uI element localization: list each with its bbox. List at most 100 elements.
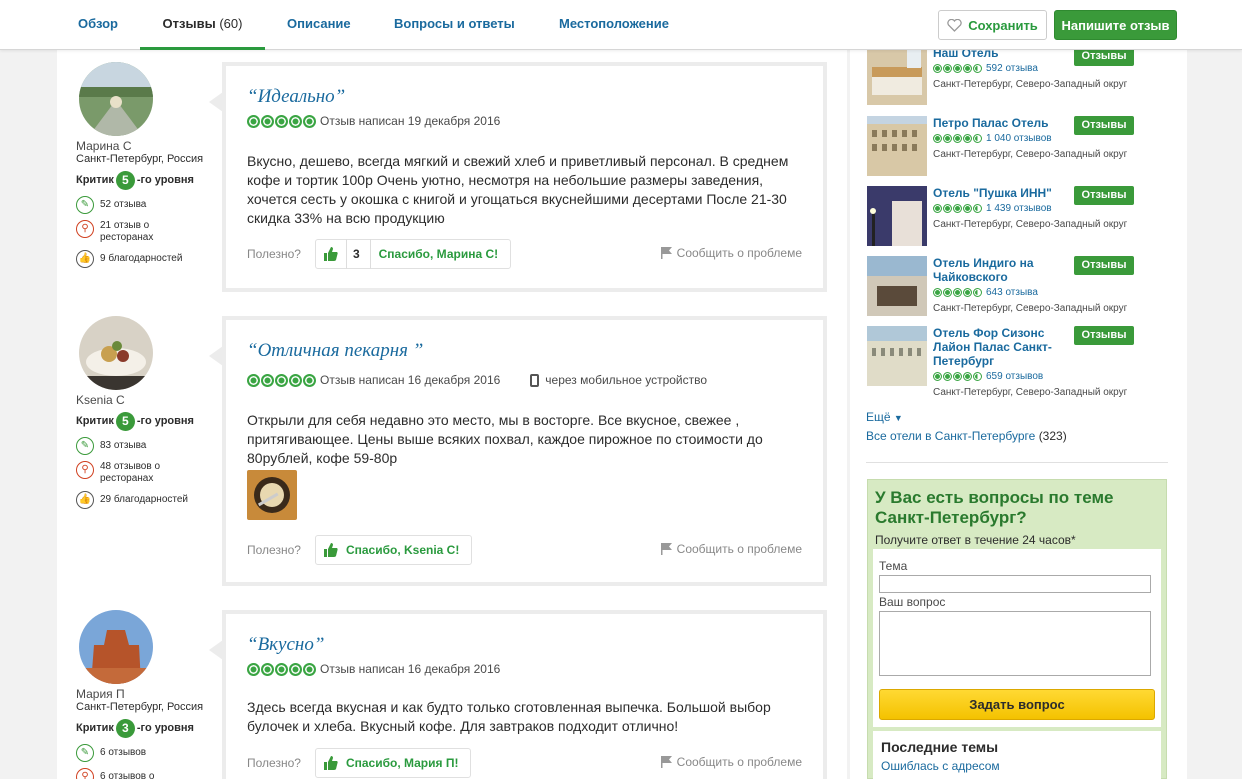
avatar[interactable] <box>79 62 153 136</box>
write-review-button[interactable]: Напишите отзыв <box>1054 10 1177 40</box>
hotel-reviews-button[interactable]: Отзывы <box>1074 326 1134 345</box>
helpful-row: Полезно? Спасибо, Ksenia C! <box>247 535 473 565</box>
hotel-reviews-button[interactable]: Отзывы <box>1074 256 1134 275</box>
hotel-name[interactable]: Отель Индиго на Чайковского <box>933 256 1073 284</box>
reviews-count-stat: ✎ 6 отзывов <box>76 744 216 762</box>
hotel-reviews-button[interactable]: Отзывы <box>1074 186 1134 205</box>
tab-location[interactable]: Местоположение <box>559 0 669 50</box>
stat-text: 52 отзыва <box>100 199 147 210</box>
hotel-rating[interactable]: 592 отзыва <box>933 63 1038 74</box>
tab-qa[interactable]: Вопросы и ответы <box>394 0 515 50</box>
reviewer-name[interactable]: Ksenia C <box>76 394 216 407</box>
hotel-photo[interactable] <box>867 45 927 105</box>
level-badge: 5 <box>115 170 135 190</box>
hotel-item: Отель Фор Сизонс Лайон Палас Санкт-Петер… <box>867 326 1167 401</box>
review-title[interactable]: “Вкусно” <box>247 634 324 656</box>
restaurant-icon: ⚲ <box>76 461 94 479</box>
report-link[interactable]: Сообщить о проблеме <box>660 542 802 556</box>
helpful-label: Полезно? <box>247 247 301 261</box>
review-title[interactable]: “Отличная пекарня ” <box>247 340 423 362</box>
hotel-photo[interactable] <box>867 256 927 316</box>
restaurant-icon: ⚲ <box>76 768 94 779</box>
hotel-name[interactable]: Отель Фор Сизонс Лайон Палас Санкт-Петер… <box>933 326 1073 368</box>
tab-reviews-count: (60) <box>219 16 243 31</box>
hotel-item: Отель Индиго на Чайковского Отзывы 643 о… <box>867 256 1167 318</box>
card-pointer <box>209 346 223 366</box>
save-label: Сохранить <box>968 17 1038 33</box>
topic-input[interactable] <box>879 575 1151 593</box>
avatar[interactable] <box>79 316 153 390</box>
caret-down-icon: ▼ <box>893 413 903 423</box>
report-link[interactable]: Сообщить о проблеме <box>660 246 802 260</box>
restaurant-reviews-stat: ⚲ 21 отзыв о ресторанах <box>76 220 216 244</box>
level-badge: 5 <box>115 411 135 431</box>
review-meta: Отзыв написан 19 декабря 2016 <box>247 114 500 128</box>
thanks-button[interactable]: 3 Спасибо, Марина С! <box>314 239 512 269</box>
thanks-button[interactable]: Спасибо, Ksenia C! <box>314 535 473 565</box>
review-meta: Отзыв написан 16 декабря 2016 через моби… <box>247 373 707 387</box>
card-pointer <box>209 640 223 660</box>
reviewer-name[interactable]: Марина С <box>76 140 216 153</box>
review-photo[interactable] <box>247 470 297 520</box>
qa-title: У Вас есть вопросы по теме Санкт-Петербу… <box>875 488 1114 527</box>
divider <box>866 462 1168 463</box>
flag-icon <box>660 247 672 259</box>
stat-text: 21 отзыв о ресторанах <box>100 220 154 243</box>
hotel-name[interactable]: Петро Палас Отель <box>933 116 1073 130</box>
hotel-rating[interactable]: 1 040 отзывов <box>933 133 1052 144</box>
thanks-stat: 👍 9 благодарностей <box>76 250 216 268</box>
restaurant-reviews-stat: ⚲ 6 отзывов о <box>76 768 216 779</box>
restaurant-reviews-stat: ⚲ 48 отзывов о ресторанах <box>76 461 216 485</box>
hotel-item: Петро Палас Отель Отзывы 1 040 отзывов С… <box>867 116 1167 178</box>
more-hotels-link[interactable]: Ещё ▼ <box>866 410 903 424</box>
level-suffix: -го уровня <box>136 415 194 427</box>
tab-overview[interactable]: Обзор <box>78 0 118 50</box>
flag-icon <box>660 756 672 768</box>
reviewer-location: Санкт-Петербург, Россия <box>76 153 204 165</box>
stat-text: 6 отзывов о <box>100 771 155 779</box>
tab-description[interactable]: Описание <box>287 0 351 50</box>
vote-count: 3 <box>345 239 371 269</box>
hotel-photo[interactable] <box>867 116 927 176</box>
report-link[interactable]: Сообщить о проблеме <box>660 755 802 769</box>
qa-subtitle: Получите ответ в течение 24 часов* <box>875 533 1076 547</box>
recent-topic-link[interactable]: Ошиблась с адресом <box>881 759 1000 773</box>
question-form: Тема Ваш вопрос Задать вопрос <box>873 549 1161 727</box>
hotel-rating[interactable]: 643 отзыва <box>933 287 1038 298</box>
save-button[interactable]: Сохранить <box>938 10 1047 40</box>
hotel-location: Санкт-Петербург, Северо-Западный округ <box>933 387 1128 398</box>
reviewer-name[interactable]: Мария П <box>76 688 216 701</box>
thumbs-up-icon: 👍 <box>76 250 94 268</box>
review-title[interactable]: “Идеально” <box>247 86 345 108</box>
thanks-label: Спасибо, Ksenia C! <box>345 543 460 557</box>
stat-text: 9 благодарностей <box>100 253 183 264</box>
all-hotels-label: Все отели в Санкт-Петербурге <box>866 429 1036 443</box>
phone-icon <box>530 373 540 387</box>
thanks-button[interactable]: Спасибо, Мария П! <box>314 748 472 778</box>
all-hotels-link[interactable]: Все отели в Санкт-Петербурге (323) <box>866 429 1067 443</box>
hotel-rating[interactable]: 1 439 отзывов <box>933 203 1052 214</box>
thumbs-up-icon <box>323 756 338 770</box>
report-label: Сообщить о проблеме <box>676 246 802 260</box>
pen-icon: ✎ <box>76 437 94 455</box>
hotel-photo[interactable] <box>867 186 927 246</box>
hotel-rating[interactable]: 659 отзывов <box>933 371 1043 382</box>
helpful-label: Полезно? <box>247 756 301 770</box>
ask-question-button[interactable]: Задать вопрос <box>879 689 1155 720</box>
hotel-item: Наш Отель Отзывы 592 отзыва Санкт-Петерб… <box>867 45 1167 107</box>
hotel-name[interactable]: Отель "Пушка ИНН" <box>933 186 1073 200</box>
hotel-review-count: 592 отзыва <box>986 63 1038 74</box>
hotel-reviews-button[interactable]: Отзывы <box>1074 116 1134 135</box>
top-navigation-bar: Обзор Отзывы (60) Описание Вопросы и отв… <box>0 0 1242 50</box>
hotel-item: Отель "Пушка ИНН" Отзывы 1 439 отзывов С… <box>867 186 1167 248</box>
helpful-label: Полезно? <box>247 543 301 557</box>
question-textarea[interactable] <box>879 611 1151 676</box>
tab-reviews[interactable]: Отзывы (60) <box>140 0 265 50</box>
hotel-location: Санкт-Петербург, Северо-Западный округ <box>933 79 1128 90</box>
review-date: Отзыв написан 16 декабря 2016 <box>320 662 501 676</box>
avatar[interactable] <box>79 610 153 684</box>
review-text: Здесь всегда вкусная и как будто только … <box>247 699 771 734</box>
hotel-photo[interactable] <box>867 326 927 386</box>
level-suffix: -го уровня <box>136 174 194 186</box>
rating-bubbles <box>247 114 316 128</box>
